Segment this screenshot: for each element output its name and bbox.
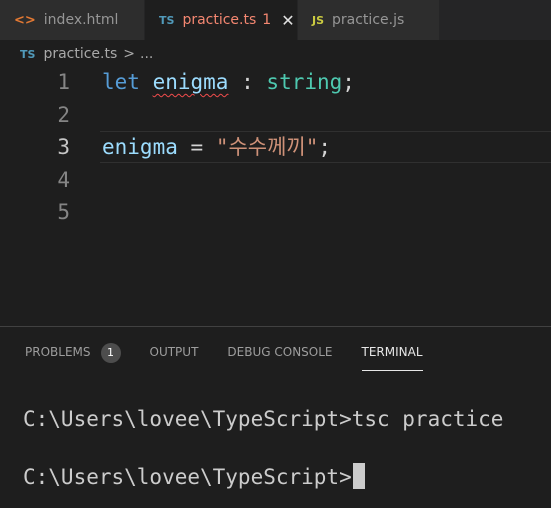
line-number: 1 (57, 70, 70, 94)
tab-practice-js[interactable]: JS practice.js (298, 0, 440, 40)
bottom-panel: PROBLEMS 1 OUTPUT DEBUG CONSOLE TERMINAL … (0, 326, 551, 508)
breadcrumb: TS practice.ts > ... (20, 44, 153, 64)
semicolon: ; (318, 135, 332, 159)
line-content: let enigma : string; (102, 66, 355, 98)
line-number: 3 (57, 135, 70, 159)
string-literal: "수수께끼" (215, 135, 319, 159)
variable-with-error[interactable]: enigma (153, 70, 229, 94)
tab-label: PROBLEMS (25, 345, 91, 359)
code-editor[interactable]: 1 let enigma : string; 2 3 enigma = "수수께… (0, 66, 551, 326)
keyword: let (102, 70, 140, 94)
typescript-file-icon: TS (20, 47, 36, 61)
code-line: 1 let enigma : string; (0, 66, 551, 98)
javascript-file-icon: JS (312, 13, 325, 27)
code-line: 2 (0, 99, 551, 131)
tab-practice-ts[interactable]: TS practice.ts 1 ✕ (145, 0, 298, 40)
chevron-right-icon: > (123, 46, 136, 62)
tab-debug-console[interactable]: DEBUG CONSOLE (227, 341, 332, 369)
tab-problems[interactable]: PROBLEMS 1 (25, 341, 121, 369)
semicolon: ; (342, 70, 355, 94)
problems-count-badge: 1 (100, 342, 121, 363)
tab-label: practice.js (332, 12, 405, 28)
current-code-line: 3 enigma = "수수께끼"; (57, 131, 551, 163)
line-number: 4 (57, 168, 70, 192)
line-number: 5 (57, 200, 70, 224)
tab-index-html[interactable]: <> index.html (0, 0, 145, 40)
tab-output[interactable]: OUTPUT (150, 341, 199, 369)
typescript-file-icon: TS (159, 13, 175, 27)
line-content: enigma = "수수께끼"; (102, 131, 331, 163)
terminal-line: C:\Users\lovee\TypeScript>tsc practice (23, 407, 504, 431)
operator: = (190, 135, 204, 159)
html-file-icon: <> (14, 12, 36, 28)
terminal-prompt: C:\Users\lovee\TypeScript> (23, 465, 352, 489)
breadcrumb-more[interactable]: ... (140, 46, 153, 62)
code-line: 4 (0, 164, 551, 196)
editor-tab-bar: <> index.html TS practice.ts 1 ✕ JS prac… (0, 0, 551, 40)
tab-problem-count: 1 (262, 12, 272, 28)
terminal-prompt-line[interactable]: C:\Users\lovee\TypeScript> (23, 463, 365, 491)
tab-label: practice.ts (182, 12, 257, 28)
type-annotation: string (266, 70, 343, 94)
close-icon[interactable]: ✕ (281, 11, 294, 30)
tab-terminal[interactable]: TERMINAL (361, 341, 423, 371)
tab-label: index.html (43, 12, 119, 28)
breadcrumb-file[interactable]: practice.ts (43, 46, 117, 62)
terminal-cursor (352, 463, 365, 489)
panel-tab-bar: PROBLEMS 1 OUTPUT DEBUG CONSOLE TERMINAL (25, 341, 452, 371)
code-line: 5 (0, 196, 551, 228)
colon: : (241, 70, 254, 94)
variable: enigma (102, 135, 178, 159)
line-number: 2 (57, 103, 70, 127)
